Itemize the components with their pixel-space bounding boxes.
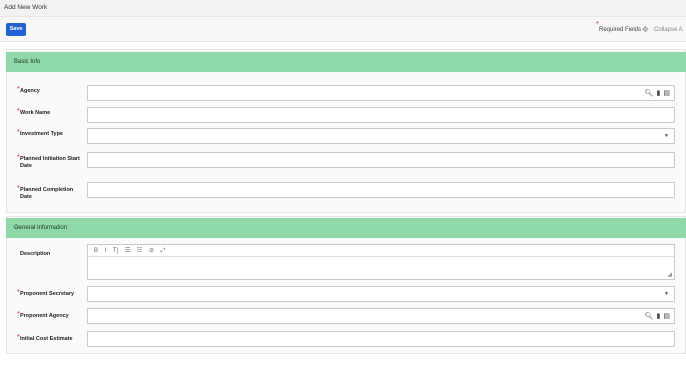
agency-label: * Agency: [17, 86, 40, 94]
description-label: Description: [20, 251, 51, 257]
collapse-icon: ✥: [642, 25, 649, 34]
add-new-work-page: Add New Work Save * Required Fields ✥ Co…: [0, 0, 686, 366]
initial-cost-estimate-field[interactable]: [87, 331, 675, 347]
work-name-field[interactable]: [87, 107, 675, 123]
numbered-list-icon[interactable]: ☷: [137, 248, 142, 254]
bullet-list-icon[interactable]: ☰: [125, 248, 130, 254]
search-icon[interactable]: 🔍︎: [645, 313, 654, 320]
agency-field[interactable]: 🔍︎ ▮ ▤: [87, 85, 675, 101]
proponent-agency-lookup-icons: 🔍︎ ▮ ▤: [642, 312, 670, 320]
work-name-label: * Work Name: [17, 108, 51, 116]
agency-lookup-icons: 🔍︎ ▮ ▤: [642, 89, 670, 97]
resize-handle-icon[interactable]: ◢: [667, 271, 672, 278]
proponent-secretary-label: * Proponent Secretary: [17, 289, 75, 297]
italic-icon[interactable]: I: [105, 248, 107, 254]
window-title: Add New Work: [4, 4, 48, 11]
investment-type-select[interactable]: ▼: [87, 128, 675, 144]
required-fields-label: Required Fields: [599, 27, 642, 33]
bookmark-icon[interactable]: ▮: [657, 313, 661, 320]
link-icon[interactable]: ⊘: [149, 248, 154, 254]
editor-toolbar: B I T| ☰ ☷ ⊘ ⤢: [88, 245, 674, 257]
investment-type-label: * Investment Type: [17, 129, 63, 137]
bookmark-icon[interactable]: ▮: [657, 90, 661, 97]
form-toolbar: Save * Required Fields ✥ Collapse A: [0, 17, 686, 42]
save-button[interactable]: Save: [6, 23, 26, 36]
initial-cost-estimate-label: * Initial Cost Estimate: [17, 334, 73, 342]
collapse-all-label: Collapse A: [654, 27, 683, 33]
basic-info-title: Basic Info: [14, 59, 41, 65]
text-format-icon[interactable]: T|: [113, 248, 118, 254]
basic-info-header[interactable]: Basic Info: [6, 52, 686, 72]
general-info-header[interactable]: General Information ⌵: [6, 218, 686, 238]
planned-start-date-label: * Planned Initiation Start Date: [17, 154, 80, 169]
window-titlebar: Add New Work: [0, 0, 686, 17]
proponent-agency-label: * Proponent Agency: [17, 311, 69, 319]
description-editor[interactable]: B I T| ☰ ☷ ⊘ ⤢ ◢: [87, 244, 675, 280]
expand-icon[interactable]: ⤢: [161, 248, 166, 254]
chevron-down-icon: ▼: [664, 291, 669, 297]
table-icon[interactable]: ▤: [663, 313, 670, 320]
search-icon[interactable]: 🔍︎: [645, 90, 654, 97]
planned-start-date-field[interactable]: [87, 152, 675, 168]
planned-completion-date-field[interactable]: [87, 182, 675, 198]
chevron-down-icon: ▼: [664, 133, 669, 139]
table-icon[interactable]: ▤: [663, 90, 670, 97]
chevron-down-icon[interactable]: ⌵: [14, 225, 676, 232]
bold-icon[interactable]: B: [94, 248, 98, 254]
proponent-secretary-select[interactable]: ▼: [87, 286, 675, 302]
proponent-agency-field[interactable]: 🔍︎ ▮ ▤: [87, 308, 675, 324]
planned-completion-date-label: * Planned Completion Date: [17, 185, 74, 200]
